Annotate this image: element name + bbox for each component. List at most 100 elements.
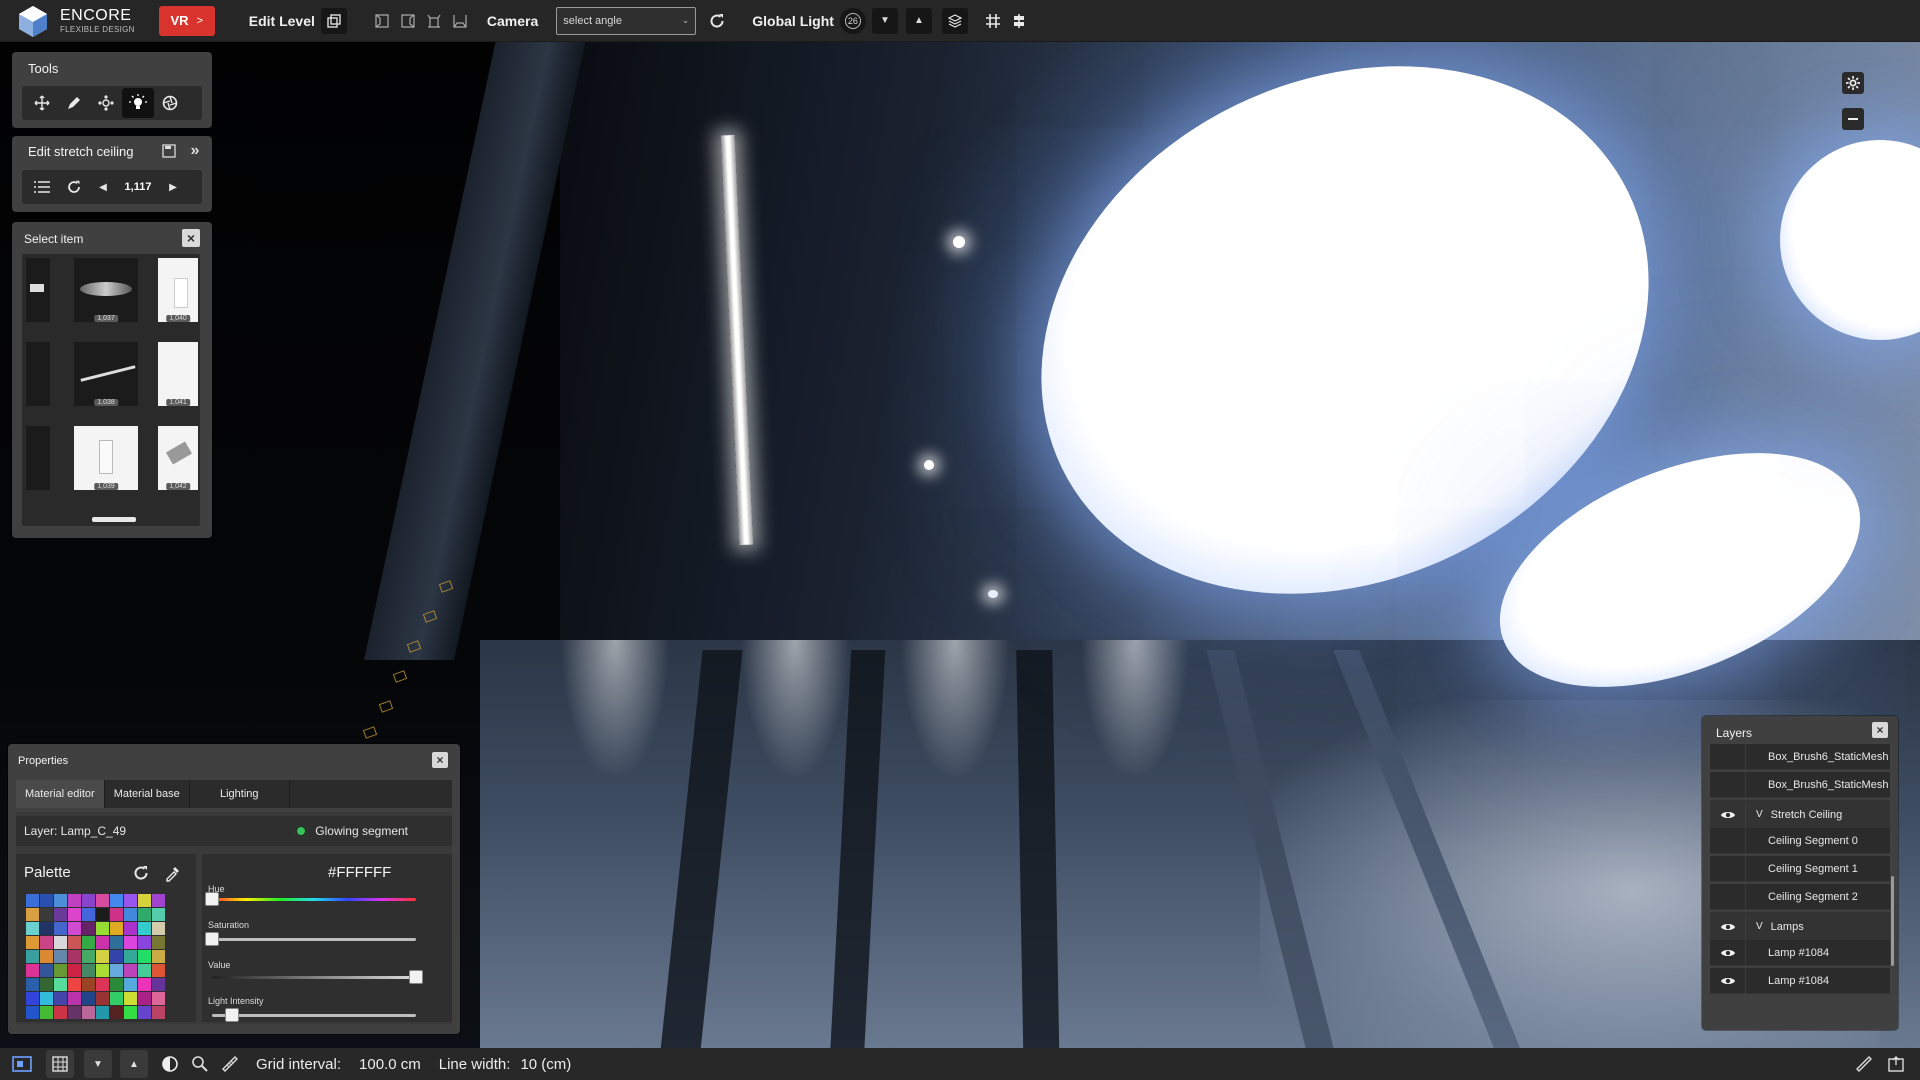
hex-value[interactable]: #FFFFFF — [328, 864, 391, 881]
expand-toggle[interactable]: V — [1756, 809, 1763, 820]
palette-swatch[interactable] — [152, 894, 165, 907]
palette-swatch[interactable] — [26, 992, 39, 1005]
layer-row[interactable]: Ceiling Segment 2 — [1710, 883, 1890, 910]
visibility-toggle[interactable] — [1710, 827, 1746, 854]
palette-swatch[interactable] — [138, 950, 151, 963]
palette-swatch[interactable] — [110, 894, 123, 907]
round-ceiling-lamp[interactable] — [1780, 140, 1920, 340]
edit-level-button[interactable] — [320, 7, 347, 34]
visibility-toggle[interactable] — [1710, 913, 1746, 940]
camera-angle-select[interactable]: select angle ⌄ — [556, 6, 697, 35]
palette-swatch[interactable] — [110, 964, 123, 977]
palette-swatch[interactable] — [124, 894, 137, 907]
view-top-button[interactable] — [447, 8, 473, 34]
palette-swatch[interactable] — [68, 1006, 81, 1019]
global-light-decrease-button[interactable]: ▼ — [871, 7, 898, 34]
palette-swatch[interactable] — [82, 894, 95, 907]
palette-swatch[interactable] — [124, 908, 137, 921]
palette-swatch[interactable] — [138, 936, 151, 949]
visibility-toggle[interactable] — [1710, 801, 1746, 828]
palette-swatch[interactable] — [152, 964, 165, 977]
palette-swatch[interactable] — [138, 922, 151, 935]
edit-panel-forward-button[interactable]: » — [184, 140, 206, 162]
palette-swatch[interactable] — [40, 950, 53, 963]
saturation-track[interactable] — [212, 938, 416, 941]
eyedropper-button[interactable] — [160, 860, 186, 886]
value-slider-knob[interactable] — [409, 970, 423, 984]
palette-swatch[interactable] — [40, 964, 53, 977]
palette-swatch[interactable] — [96, 978, 109, 991]
palette-swatch[interactable] — [96, 950, 109, 963]
spot-light[interactable] — [953, 236, 965, 248]
hue-slider-knob[interactable] — [205, 892, 219, 906]
palette-swatch[interactable] — [40, 908, 53, 921]
palette-swatch[interactable] — [152, 1006, 165, 1019]
palette-swatch[interactable] — [96, 908, 109, 921]
palette-reset-button[interactable] — [128, 860, 154, 886]
palette-swatch[interactable] — [54, 922, 67, 935]
palette-swatch[interactable] — [26, 978, 39, 991]
palette-swatch[interactable] — [152, 992, 165, 1005]
next-item-button[interactable]: ▶ — [160, 172, 186, 202]
layer-row[interactable]: Lamp #1084 — [1710, 939, 1890, 966]
palette-swatch[interactable] — [96, 992, 109, 1005]
palette-swatch[interactable] — [124, 992, 137, 1005]
palette-swatch[interactable] — [110, 922, 123, 935]
palette-swatch[interactable] — [40, 894, 53, 907]
palette-swatch[interactable] — [54, 950, 67, 963]
palette-swatch[interactable] — [68, 964, 81, 977]
layer-row[interactable]: Box_Brush6_StaticMesh — [1710, 771, 1890, 798]
palette-swatch[interactable] — [124, 964, 137, 977]
palette-swatch[interactable] — [110, 936, 123, 949]
linear-strip-lamp[interactable] — [720, 134, 754, 546]
group-tool-button[interactable] — [90, 88, 122, 118]
palette-swatch[interactable] — [110, 1006, 123, 1019]
item-thumbnail[interactable] — [26, 426, 50, 490]
visibility-toggle[interactable] — [1710, 771, 1746, 798]
item-thumbnail[interactable]: 1,037 — [74, 258, 138, 322]
palette-swatch[interactable] — [124, 922, 137, 935]
palette-swatch[interactable] — [68, 922, 81, 935]
palette-swatch[interactable] — [82, 978, 95, 991]
palette-swatch[interactable] — [96, 922, 109, 935]
item-thumbnail[interactable] — [26, 342, 50, 406]
palette-swatch[interactable] — [54, 992, 67, 1005]
tab-lighting[interactable]: Lighting — [190, 780, 290, 808]
view-right-button[interactable] — [395, 8, 421, 34]
edit-panel-save-button[interactable] — [158, 140, 180, 162]
floorplan-button[interactable] — [46, 1050, 74, 1078]
palette-swatch[interactable] — [110, 992, 123, 1005]
palette-swatch[interactable] — [138, 992, 151, 1005]
palette-swatch[interactable] — [110, 950, 123, 963]
previous-item-button[interactable]: ◀ — [90, 172, 116, 202]
palette-swatch[interactable] — [124, 950, 137, 963]
palette-swatch[interactable] — [82, 922, 95, 935]
palette-swatch[interactable] — [138, 978, 151, 991]
palette-swatch[interactable] — [82, 936, 95, 949]
layers-scrollbar[interactable] — [1891, 876, 1894, 966]
palette-swatch[interactable] — [82, 964, 95, 977]
palette-swatch[interactable] — [110, 908, 123, 921]
palette-swatch[interactable] — [82, 950, 95, 963]
palette-swatch[interactable] — [26, 950, 39, 963]
grid-snap-button[interactable] — [980, 8, 1006, 34]
palette-swatch[interactable] — [54, 1006, 67, 1019]
align-button[interactable] — [1006, 8, 1032, 34]
palette-swatch[interactable] — [152, 936, 165, 949]
palette-swatch[interactable] — [152, 950, 165, 963]
palette-swatch[interactable] — [68, 936, 81, 949]
visibility-toggle[interactable] — [1710, 967, 1746, 994]
item-thumbnail[interactable]: 1,039 — [74, 426, 138, 490]
palette-swatch[interactable] — [138, 894, 151, 907]
item-thumbnail[interactable]: 1,038 — [74, 342, 138, 406]
tab-material-editor[interactable]: Material editor — [16, 780, 105, 808]
layers-close-button[interactable]: × — [1872, 722, 1888, 738]
palette-swatch[interactable] — [40, 922, 53, 935]
palette-swatch[interactable] — [82, 908, 95, 921]
palette-swatch[interactable] — [26, 1006, 39, 1019]
palette-swatch[interactable] — [96, 936, 109, 949]
palette-swatch[interactable] — [68, 978, 81, 991]
palette-swatch[interactable] — [138, 908, 151, 921]
camera-view-button[interactable] — [8, 1050, 36, 1078]
bottom-up-button[interactable]: ▲ — [120, 1050, 148, 1078]
